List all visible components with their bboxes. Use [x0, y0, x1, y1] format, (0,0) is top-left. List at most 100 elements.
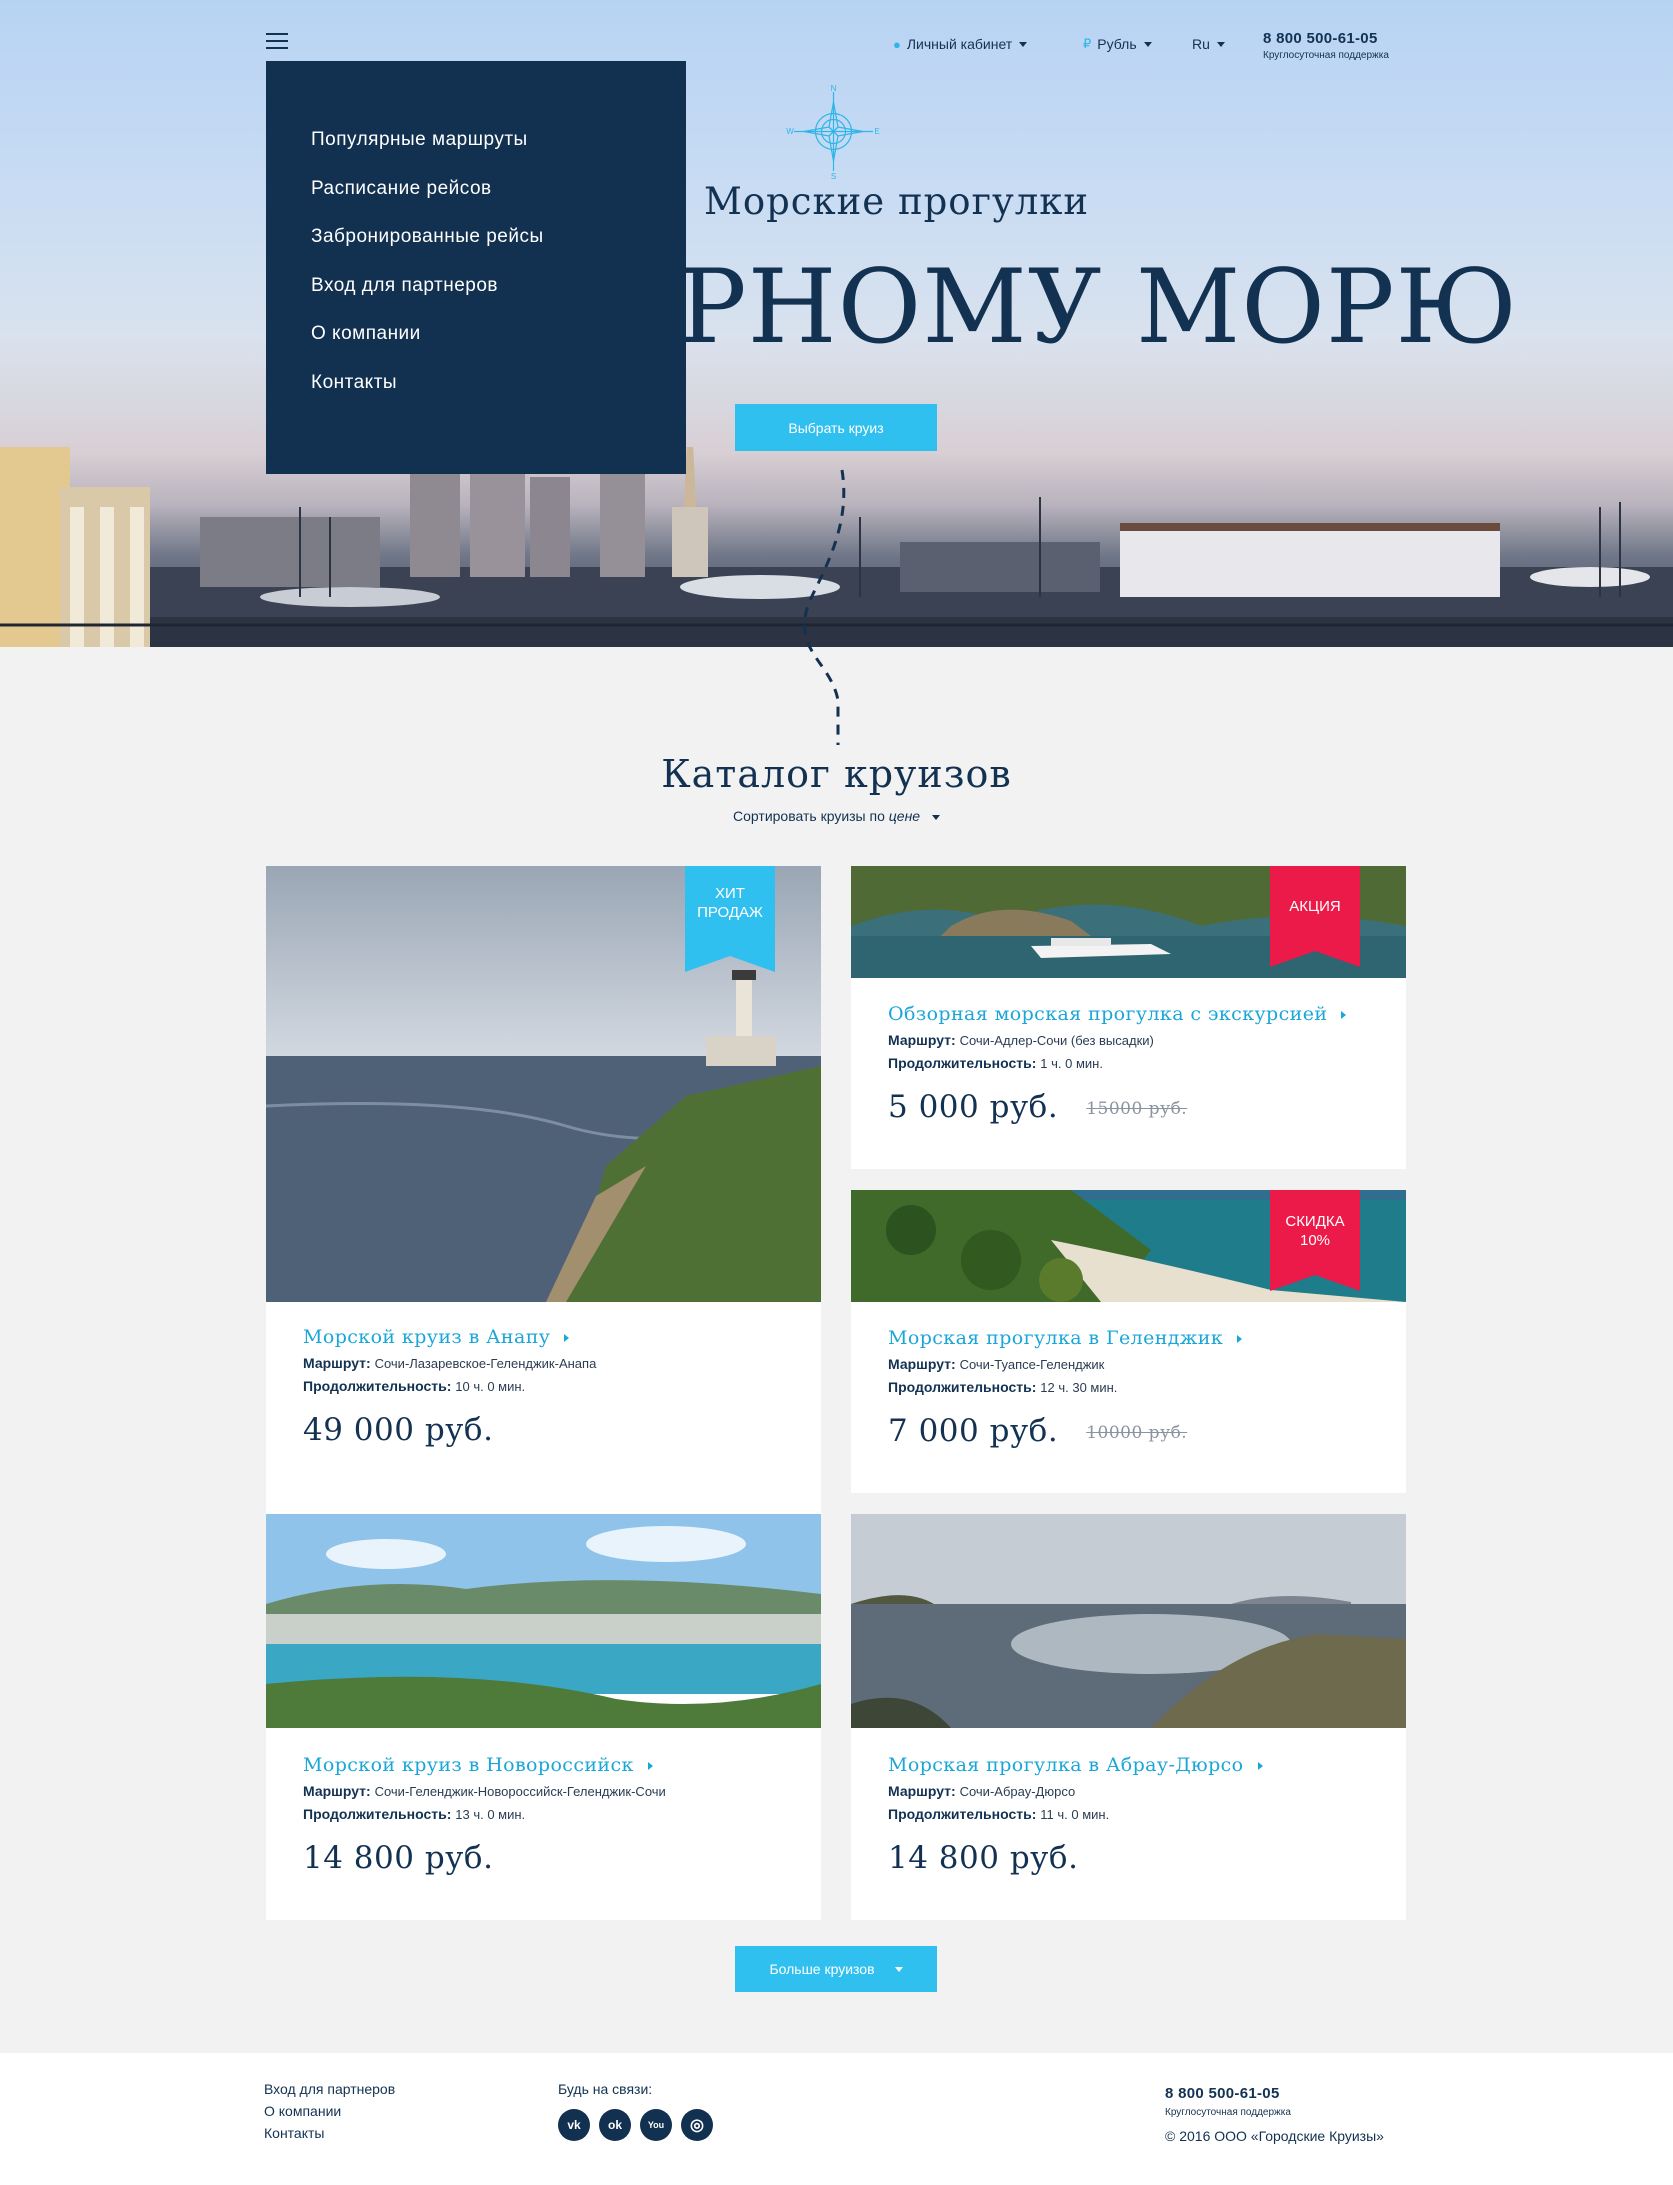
menu-item-popular-routes[interactable]: Популярные маршруты	[266, 129, 686, 178]
badge-sale: АКЦИЯ	[1270, 866, 1360, 967]
phone-note: Круглосуточная поддержка	[1263, 50, 1389, 61]
cruise-title: Морской круиз в Анапу	[303, 1326, 551, 1348]
chevron-down-icon	[1216, 41, 1225, 47]
footer-phone-note: Круглосуточная поддержка	[1165, 2107, 1291, 2118]
compass-rose-icon: N E S W	[786, 84, 879, 179]
catalog-title: Каталог круизов	[661, 752, 1012, 796]
cruise-photo-abrau-durso[interactable]	[851, 1514, 1406, 1728]
cruise-card-abrau-durso: Морская прогулка в Абрау-Дюрсо Маршрут: …	[851, 1514, 1406, 1920]
cruise-title-link[interactable]: Морской круиз в Новороссийск	[303, 1754, 821, 1776]
old-price: 10000 руб.	[1086, 1422, 1188, 1443]
language-label: Ru	[1192, 36, 1210, 52]
menu-item-booked[interactable]: Забронированные рейсы	[266, 226, 686, 275]
hamburger-menu-button[interactable]	[266, 33, 288, 49]
arrow-right-icon	[1341, 1011, 1347, 1019]
footer-links: Вход для партнеров О компании Контакты	[264, 2081, 395, 2147]
cruise-title-link[interactable]: Обзорная морская прогулка с экскурсией	[888, 1003, 1406, 1025]
duration-value: 11 ч. 0 мин.	[1040, 1807, 1110, 1822]
duration-row: Продолжительность: 10 ч. 0 мин.	[303, 1378, 821, 1394]
duration-label: Продолжительность:	[303, 1378, 452, 1394]
vk-icon[interactable]: vk	[558, 2109, 590, 2141]
hero-title: ПО ЧЕРНОМУ МОРЮ	[314, 248, 1519, 367]
duration-row: Продолжительность: 13 ч. 0 мин.	[303, 1806, 821, 1822]
footer-link-about[interactable]: О компании	[264, 2103, 395, 2119]
social-block: Будь на связи: vk ok You ◎	[558, 2081, 713, 2141]
instagram-icon[interactable]: ◎	[681, 2109, 713, 2141]
chevron-down-icon	[1143, 41, 1152, 47]
duration-value: 1 ч. 0 мин.	[1040, 1056, 1103, 1071]
footer-phone[interactable]: 8 800 500-61-05	[1165, 2085, 1384, 2102]
route-label: Маршрут:	[888, 1356, 956, 1372]
dashed-route-decoration	[803, 469, 846, 745]
badge-label: СКИДКА 10%	[1285, 1213, 1345, 1249]
sort-prefix: Сортировать круизы по	[733, 808, 885, 824]
route-row: Маршрут: Сочи-Адлер-Сочи (без высадки)	[888, 1032, 1406, 1048]
price-row: 7 000 руб. 10000 руб.	[888, 1413, 1406, 1449]
menu-item-partners[interactable]: Вход для партнеров	[266, 275, 686, 324]
cruise-card-novorossiysk: Морской круиз в Новороссийск Маршрут: Со…	[266, 1514, 821, 1920]
duration-label: Продолжительность:	[303, 1806, 452, 1822]
duration-value: 10 ч. 0 мин.	[455, 1379, 526, 1394]
footer-link-contacts[interactable]: Контакты	[264, 2125, 395, 2141]
menu-item-schedule[interactable]: Расписание рейсов	[266, 178, 686, 227]
ribbon-tail	[1270, 1275, 1360, 1291]
arrow-right-icon	[564, 1334, 570, 1342]
account-label: Личный кабинет	[906, 36, 1013, 52]
arrow-right-icon	[1237, 1335, 1243, 1343]
compass-letter-e: E	[874, 127, 879, 136]
route-value: Сочи-Абрау-Дюрсо	[959, 1784, 1076, 1799]
card-body: Морская прогулка в Геленджик Маршрут: Со…	[851, 1327, 1406, 1449]
arrow-right-icon	[1257, 1762, 1263, 1770]
compass-letter-s: S	[831, 172, 836, 179]
route-label: Маршрут:	[888, 1032, 956, 1048]
duration-label: Продолжительность:	[888, 1806, 1037, 1822]
currency-dropdown[interactable]: ₽ Рубль	[1083, 36, 1152, 52]
duration-row: Продолжительность: 11 ч. 0 мин.	[888, 1806, 1406, 1822]
more-cruises-label: Больше круизов	[769, 1961, 875, 1977]
badge-hit: ХИТ ПРОДАЖ	[685, 866, 775, 972]
cruise-card-overview: АКЦИЯ Обзорная морская прогулка с экскур…	[851, 866, 1406, 1169]
compass-letter-w: W	[786, 127, 794, 136]
sort-value: цене	[888, 808, 921, 824]
card-body: Морской круиз в Анапу Маршрут: Сочи-Лаза…	[266, 1326, 821, 1448]
card-body: Обзорная морская прогулка с экскурсией М…	[851, 1003, 1406, 1125]
more-cruises-button[interactable]: Больше круизов	[735, 1946, 937, 1992]
menu-item-contacts[interactable]: Контакты	[266, 372, 686, 421]
copyright: © 2016 ООО «Городские Круизы»	[1165, 2128, 1384, 2144]
route-row: Маршрут: Сочи-Геленджик-Новороссийск-Гел…	[303, 1783, 821, 1799]
phone-number[interactable]: 8 800 500-61-05	[1263, 30, 1389, 47]
cruise-title: Обзорная морская прогулка с экскурсией	[888, 1003, 1328, 1025]
account-dropdown[interactable]: ● Личный кабинет	[893, 36, 1028, 52]
card-body: Морской круиз в Новороссийск Маршрут: Со…	[266, 1754, 821, 1876]
cruise-title-link[interactable]: Морская прогулка в Геленджик	[888, 1327, 1406, 1349]
sort-dropdown[interactable]: Сортировать круизы по цене	[0, 808, 1673, 824]
compass-letter-n: N	[831, 84, 837, 93]
youtube-icon[interactable]: You	[640, 2109, 672, 2141]
duration-value: 12 ч. 30 мин.	[1040, 1380, 1118, 1395]
price: 14 800 руб.	[303, 1840, 494, 1876]
chevron-down-icon	[931, 814, 940, 820]
price: 49 000 руб.	[303, 1412, 494, 1448]
badge-label: ХИТ ПРОДАЖ	[697, 885, 763, 921]
cruise-photo-novorossiysk[interactable]	[266, 1514, 821, 1728]
route-label: Маршрут:	[303, 1783, 371, 1799]
route-value: Сочи-Туапсе-Геленджик	[959, 1357, 1105, 1372]
route-row: Маршрут: Сочи-Туапсе-Геленджик	[888, 1356, 1406, 1372]
user-icon: ●	[893, 36, 901, 52]
cruise-title-link[interactable]: Морской круиз в Анапу	[303, 1326, 821, 1348]
duration-value: 13 ч. 0 мин.	[455, 1807, 526, 1822]
cruise-title: Морская прогулка в Геленджик	[888, 1327, 1224, 1349]
ruble-icon: ₽	[1083, 36, 1092, 51]
badge-discount: СКИДКА 10%	[1270, 1190, 1360, 1291]
ribbon-tail	[1270, 951, 1360, 967]
currency-label: Рубль	[1097, 36, 1137, 52]
menu-item-about[interactable]: О компании	[266, 323, 686, 372]
choose-cruise-button[interactable]: Выбрать круиз	[735, 404, 937, 451]
route-label: Маршрут:	[888, 1783, 956, 1799]
cruise-title-link[interactable]: Морская прогулка в Абрау-Дюрсо	[888, 1754, 1406, 1776]
hero-subtitle: Морские прогулки	[703, 180, 1090, 223]
route-row: Маршрут: Сочи-Абрау-Дюрсо	[888, 1783, 1406, 1799]
footer-link-partners[interactable]: Вход для партнеров	[264, 2081, 395, 2097]
language-dropdown[interactable]: Ru	[1192, 36, 1225, 52]
odnoklassniki-icon[interactable]: ok	[599, 2109, 631, 2141]
